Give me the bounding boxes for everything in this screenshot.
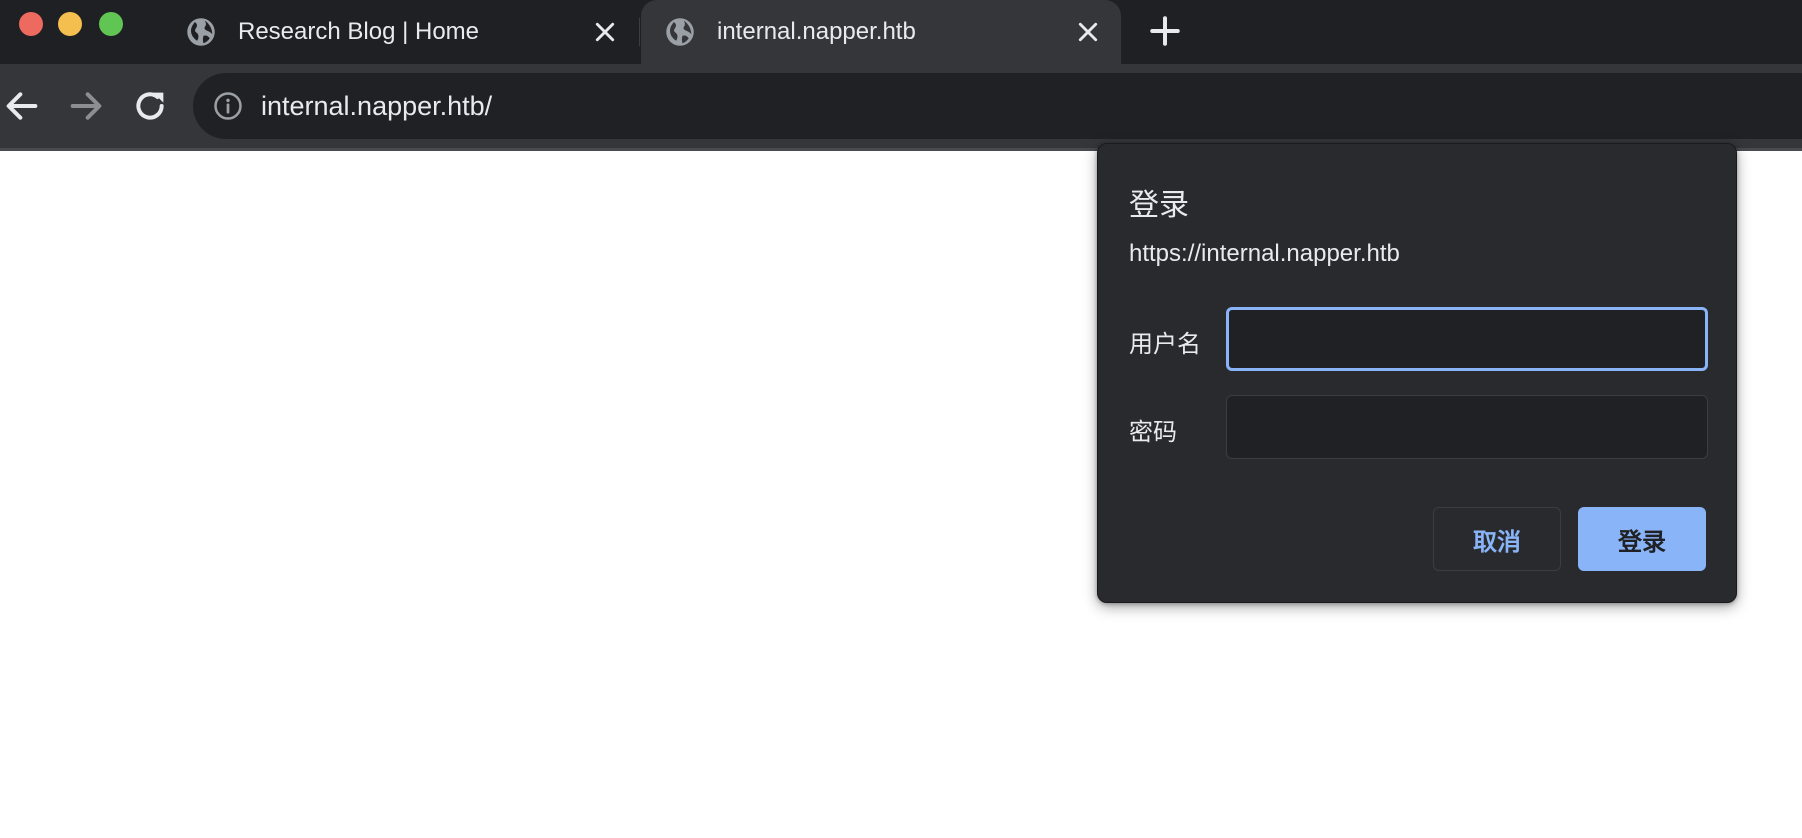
tab-strip: Research Blog | Home internal.napper.htb	[0, 0, 1802, 64]
tab-internal-napper[interactable]: internal.napper.htb	[641, 0, 1121, 64]
username-label: 用户名	[1129, 331, 1201, 358]
password-label: 密码	[1129, 419, 1177, 446]
globe-icon	[666, 18, 694, 46]
globe-icon	[187, 18, 215, 46]
tab-separator	[639, 18, 640, 46]
tab-title: Research Blog | Home	[238, 18, 480, 45]
tab-research-blog[interactable]: Research Blog | Home	[168, 0, 638, 64]
close-window-button[interactable]	[19, 12, 43, 36]
forward-arrow-icon[interactable]	[66, 86, 106, 126]
sign-in-button[interactable]: 登录	[1578, 507, 1706, 571]
reload-icon[interactable]	[130, 86, 170, 126]
sign-in-dialog: 登录 https://internal.napper.htb 用户名 密码 取消…	[1097, 143, 1737, 603]
back-arrow-icon[interactable]	[2, 86, 42, 126]
browser-window: Research Blog | Home internal.napper.htb	[0, 0, 1802, 838]
dialog-title: 登录	[1129, 189, 1189, 222]
dialog-origin-url: https://internal.napper.htb	[1129, 240, 1400, 267]
tab-title: internal.napper.htb	[717, 18, 916, 45]
username-input[interactable]	[1226, 307, 1708, 371]
password-input[interactable]	[1226, 395, 1708, 459]
close-tab-icon[interactable]	[1077, 21, 1099, 43]
maximize-window-button[interactable]	[99, 12, 123, 36]
new-tab-plus-icon[interactable]	[1148, 14, 1182, 48]
address-url[interactable]: internal.napper.htb/	[261, 91, 492, 122]
close-tab-icon[interactable]	[594, 21, 616, 43]
cancel-button[interactable]: 取消	[1433, 507, 1561, 571]
toolbar: internal.napper.htb/	[0, 64, 1802, 148]
minimize-window-button[interactable]	[58, 12, 82, 36]
site-info-icon[interactable]	[213, 91, 243, 121]
address-bar[interactable]: internal.napper.htb/	[193, 73, 1802, 139]
